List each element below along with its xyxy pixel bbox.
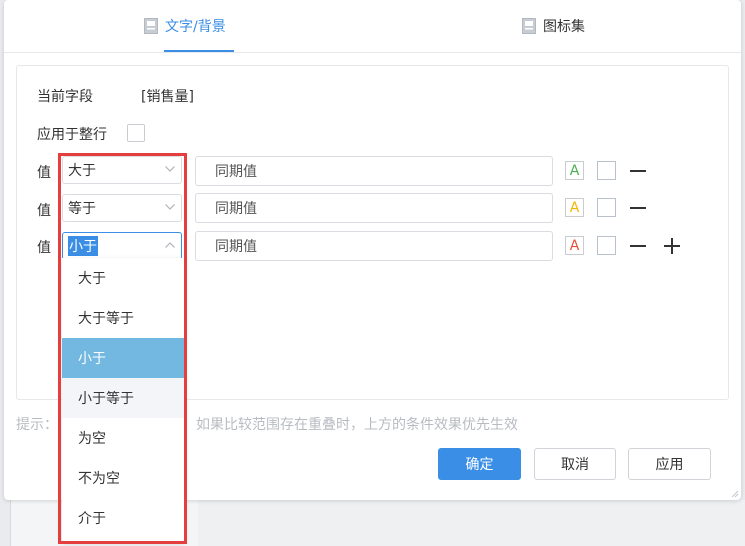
tab-icon-set[interactable]: 图标集 (522, 16, 585, 36)
resize-handle-icon[interactable] (729, 488, 739, 498)
operator-select[interactable]: 等于 (62, 194, 182, 222)
background-color-button[interactable] (597, 198, 616, 217)
current-field-label: 当前字段 (37, 89, 93, 105)
dropdown-option[interactable]: 大于等于 (62, 298, 184, 338)
dropdown-option[interactable]: 大于 (62, 258, 184, 298)
operator-select[interactable]: 小于 (62, 232, 182, 260)
font-color-icon: A (569, 199, 580, 216)
operator-value: 等于 (68, 201, 96, 217)
remove-rule-icon[interactable] (630, 245, 646, 247)
cancel-button[interactable]: 取消 (534, 448, 616, 480)
compare-value-text: 同期值 (215, 201, 257, 217)
font-color-icon: A (569, 162, 580, 179)
compare-value-input[interactable]: 同期值 (195, 193, 553, 223)
tab-text-background[interactable]: 文字/背景 (144, 16, 226, 36)
compare-value-input[interactable]: 同期值 (195, 231, 553, 261)
tab-bar: 文字/背景 图标集 (4, 0, 741, 53)
current-field-value: [销售量] (141, 89, 194, 105)
remove-rule-icon[interactable] (630, 207, 646, 209)
background-area (198, 500, 745, 546)
font-color-button[interactable]: A (565, 236, 584, 255)
background-color-button[interactable] (597, 236, 616, 255)
apply-row-label: 应用于整行 (37, 127, 107, 143)
tab-label: 图标集 (543, 19, 585, 35)
dropdown-option[interactable]: 不为空 (62, 458, 184, 498)
rule-label: 值 (37, 165, 51, 181)
dropdown-option-selected[interactable]: 小于 (62, 338, 184, 378)
active-tab-indicator (164, 50, 234, 52)
book-icon (522, 18, 536, 34)
chevron-down-icon (165, 204, 175, 210)
compare-value-text: 同期值 (215, 164, 257, 180)
tip-label: 提示： (16, 417, 58, 433)
tip-text: 如果比较范围存在重叠时，上方的条件效果优先生效 (196, 417, 518, 433)
operator-value: 小于 (68, 236, 98, 256)
operator-value: 大于 (68, 163, 96, 179)
font-color-button[interactable]: A (565, 161, 584, 180)
font-color-icon: A (569, 237, 580, 254)
rule-label: 值 (37, 203, 51, 219)
remove-rule-icon[interactable] (630, 170, 646, 172)
font-color-button[interactable]: A (565, 198, 584, 217)
chevron-up-icon (165, 242, 175, 248)
dropdown-option[interactable]: 介于 (62, 498, 184, 538)
chevron-down-icon (165, 166, 175, 172)
dropdown-option-hovered[interactable]: 小于等于 (62, 378, 184, 418)
confirm-button[interactable]: 确定 (438, 448, 521, 480)
dropdown-option[interactable]: 为空 (62, 418, 184, 458)
apply-button[interactable]: 应用 (628, 448, 711, 480)
tab-label: 文字/背景 (165, 19, 226, 35)
compare-value-input[interactable]: 同期值 (195, 156, 553, 186)
apply-label: 应用 (655, 457, 684, 473)
background-color-button[interactable] (597, 161, 616, 180)
operator-dropdown: 大于 大于等于 小于 小于等于 为空 不为空 介于 (62, 258, 184, 542)
plus-icon-v[interactable] (671, 238, 673, 254)
compare-value-text: 同期值 (215, 239, 257, 255)
cancel-label: 取消 (561, 457, 589, 473)
operator-select[interactable]: 大于 (62, 156, 182, 184)
book-icon (144, 18, 158, 34)
confirm-label: 确定 (465, 457, 494, 473)
apply-row-checkbox[interactable] (127, 124, 145, 142)
rule-label: 值 (37, 240, 51, 256)
